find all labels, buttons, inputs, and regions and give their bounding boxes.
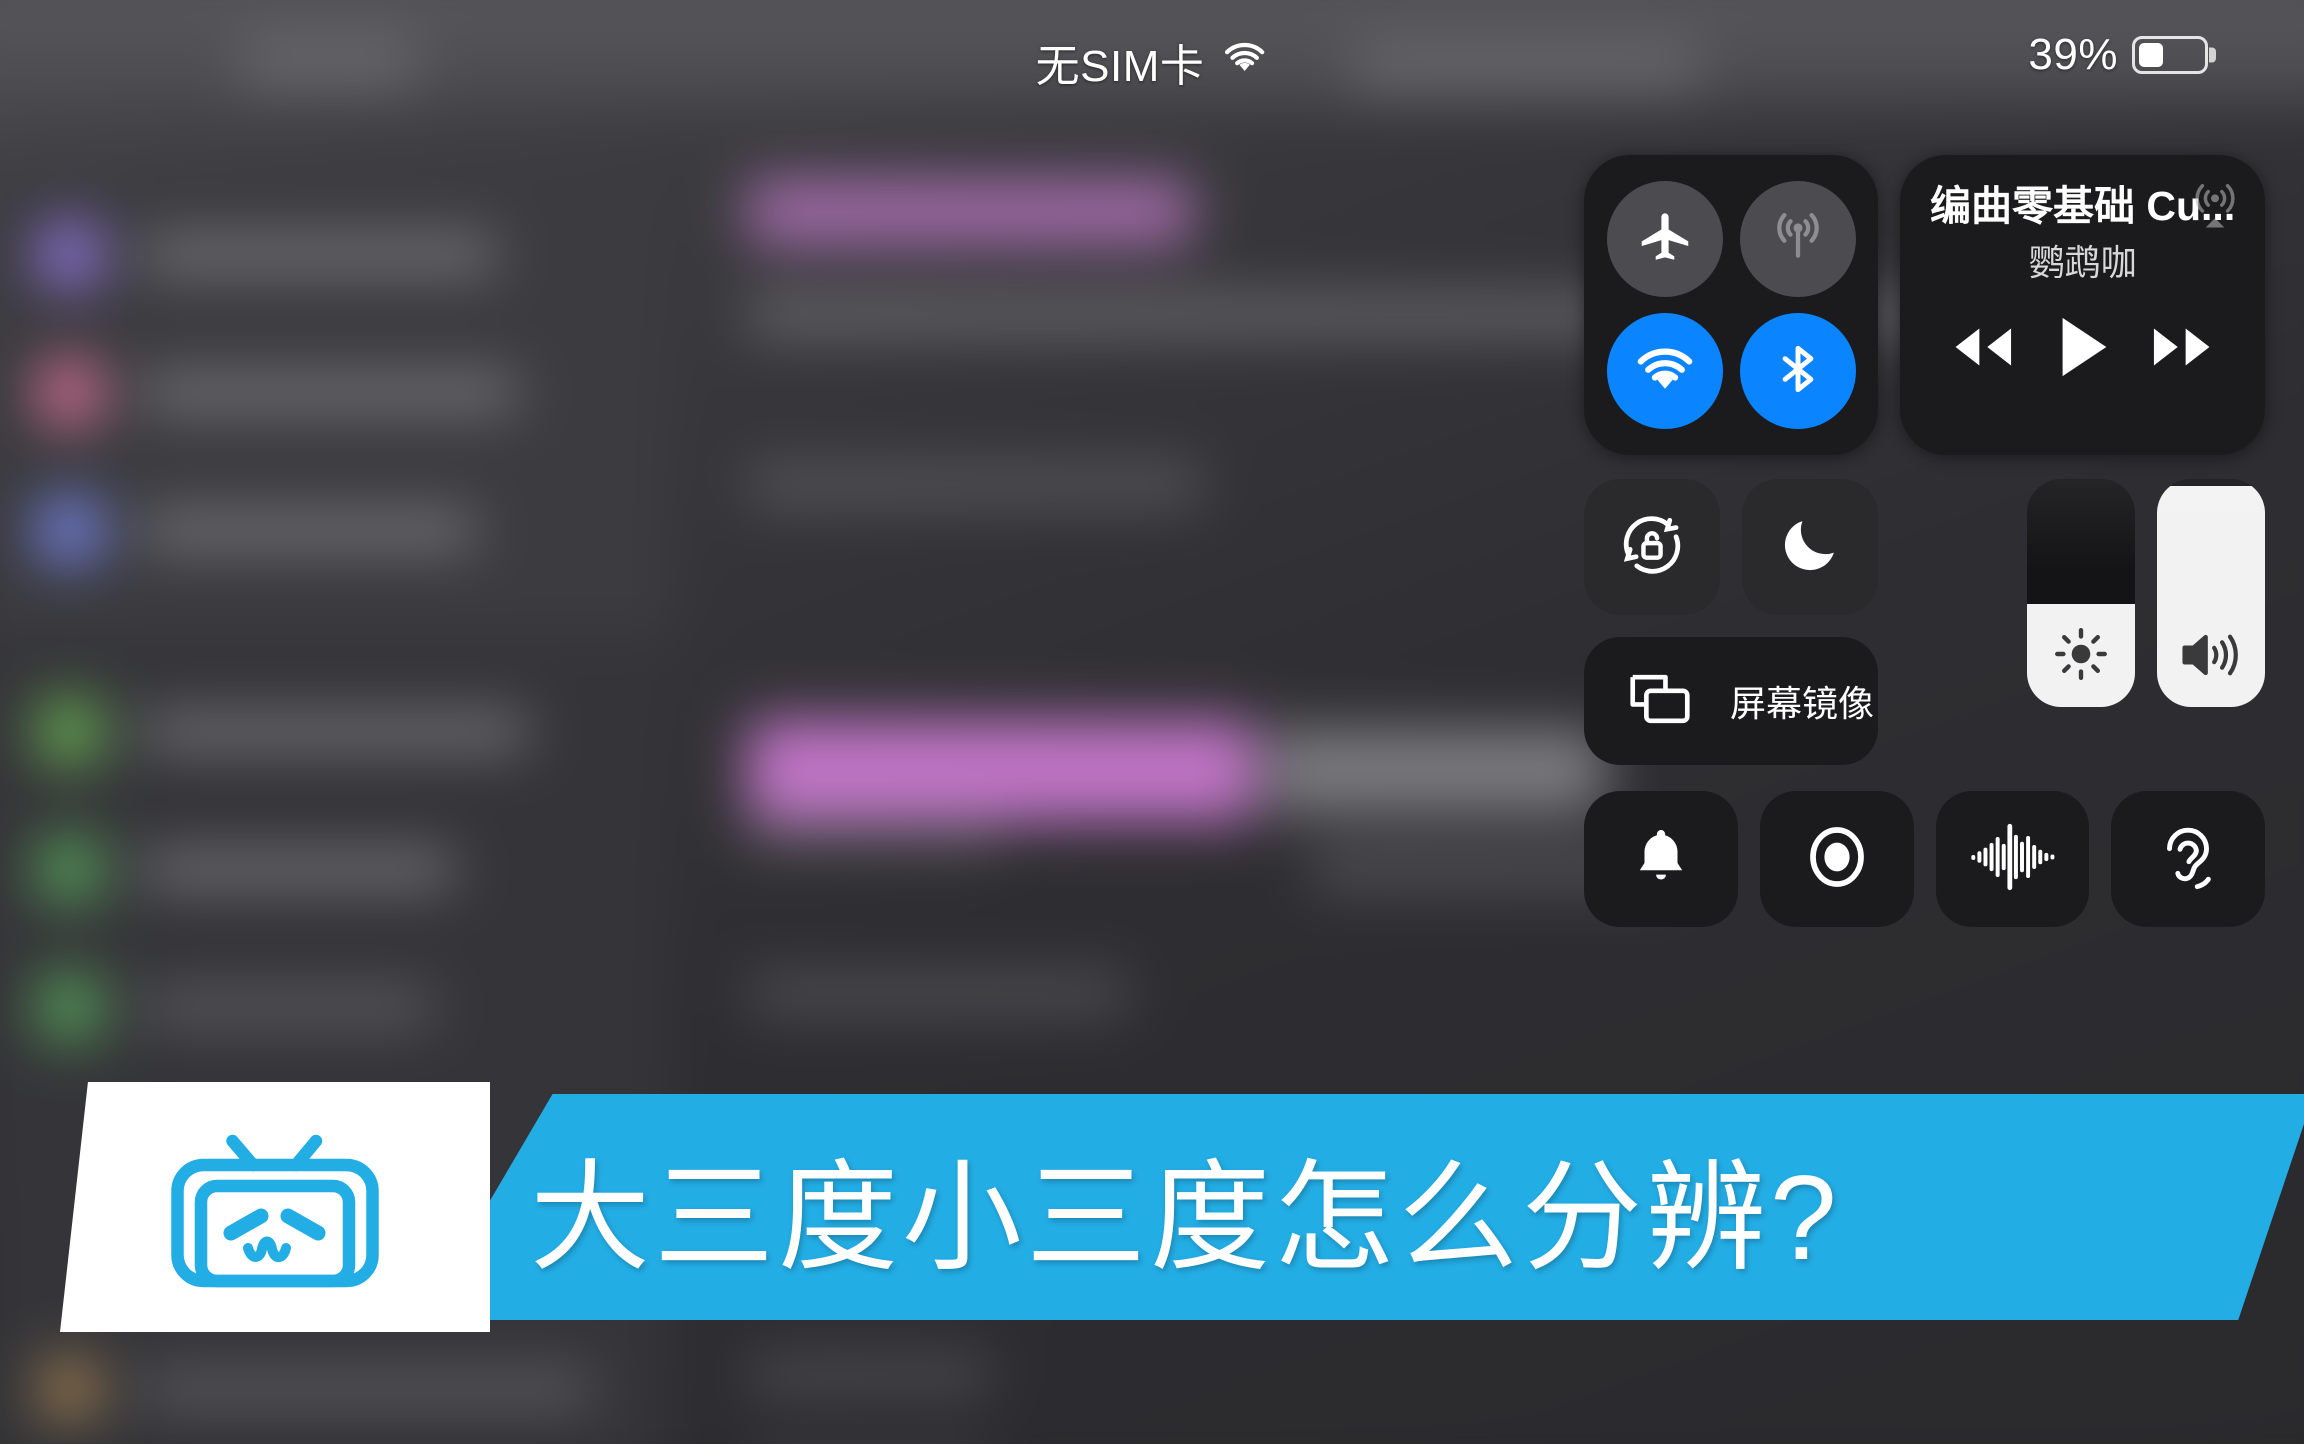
background-item-label xyxy=(138,374,521,411)
background-item-icon xyxy=(36,497,103,563)
background-paragraph xyxy=(747,465,1203,504)
background-item-label xyxy=(138,236,500,273)
background-item-label xyxy=(138,989,436,1026)
screen-mirroring-label: 屏幕镜像 xyxy=(1730,683,1875,724)
cellular-data-button[interactable] xyxy=(1739,181,1856,297)
status-bar-right-group: 39% xyxy=(2028,30,2208,80)
rotation-lock-button[interactable] xyxy=(1584,479,1720,615)
toggle-grid xyxy=(1584,479,1878,615)
screen-record-button[interactable] xyxy=(1759,791,1914,927)
rewind-icon[interactable] xyxy=(1945,319,2019,380)
banner-logo-plate xyxy=(60,1082,490,1332)
background-item-icon xyxy=(36,974,103,1040)
background-list-item xyxy=(36,974,436,1040)
bluetooth-icon xyxy=(1767,338,1829,405)
background-item-icon xyxy=(36,836,103,903)
bell-icon xyxy=(1630,824,1692,895)
track-artist: 鹦鹉咖 xyxy=(2028,242,2137,284)
background-paragraph xyxy=(747,1355,991,1395)
bilibili-banner: 大三度小三度怎么分辨? xyxy=(0,1082,2304,1332)
background-list-item xyxy=(36,698,531,765)
screen: 无SIM卡 39% 编曲零基础 Cu... 鹦鹉咖 屏幕镜像 大三度小三度怎么分… xyxy=(0,0,2304,1444)
airplane-icon xyxy=(1634,206,1696,273)
background-item-icon xyxy=(36,1355,103,1422)
now-playing-tile[interactable]: 编曲零基础 Cu... 鹦鹉咖 xyxy=(1900,155,2266,455)
background-list-item xyxy=(36,836,457,903)
sound-recognition-button[interactable] xyxy=(1935,791,2090,927)
background-item-icon xyxy=(36,359,103,426)
wifi-icon xyxy=(1633,343,1697,400)
status-bar-left-group: 无SIM卡 xyxy=(1036,30,1269,94)
airplay-audio-icon[interactable] xyxy=(2187,175,2243,236)
background-highlight xyxy=(747,719,1256,822)
media-controls xyxy=(1930,312,2235,387)
background-list-item xyxy=(36,221,500,288)
battery-percent-label: 39% xyxy=(2028,30,2118,79)
background-paragraph xyxy=(747,974,1129,1013)
ringer-button[interactable] xyxy=(1584,791,1738,927)
bottom-tile-row xyxy=(1584,791,2266,927)
waveform-icon xyxy=(1968,821,2058,898)
background-item-label xyxy=(138,851,457,888)
background-paragraph xyxy=(747,815,1002,854)
background-item-icon xyxy=(36,221,103,288)
background-highlight-secondary xyxy=(1266,728,1606,814)
volume-slider[interactable] xyxy=(2157,479,2266,707)
cellular-antenna-icon xyxy=(1766,205,1830,274)
screen-mirroring-icon xyxy=(1624,669,1696,734)
background-list-item xyxy=(36,1355,595,1422)
wifi-button[interactable] xyxy=(1606,313,1723,429)
moon-icon xyxy=(1775,510,1845,585)
banner-title: 大三度小三度怎么分辨? xyxy=(530,1151,1841,1285)
brightness-icon xyxy=(2027,623,2135,685)
ear-icon xyxy=(2156,820,2220,899)
volume-icon xyxy=(2157,625,2265,685)
status-bar: 无SIM卡 39% xyxy=(0,0,2304,104)
background-item-icon xyxy=(36,698,103,765)
background-item-label xyxy=(138,713,531,750)
banner-blue-strip: 大三度小三度怎么分辨? xyxy=(420,1094,2304,1320)
screen-mirroring-button[interactable]: 屏幕镜像 xyxy=(1584,637,1878,765)
fast-forward-icon[interactable] xyxy=(2146,319,2220,380)
carrier-label: 无SIM卡 xyxy=(1035,42,1205,91)
background-item-label xyxy=(138,1370,595,1407)
background-list-item xyxy=(36,497,478,563)
play-icon[interactable] xyxy=(2050,312,2116,387)
bilibili-tv-logo xyxy=(165,1125,385,1290)
bluetooth-button[interactable] xyxy=(1739,313,1856,429)
control-center: 编曲零基础 Cu... 鹦鹉咖 屏幕镜像 xyxy=(1584,155,2266,927)
hearing-button[interactable] xyxy=(2111,791,2266,927)
battery-icon xyxy=(2132,36,2208,74)
sliders-group xyxy=(1900,479,2266,765)
wifi-icon xyxy=(1220,37,1268,87)
background-list-item xyxy=(36,359,521,426)
connectivity-tile[interactable] xyxy=(1584,155,1878,455)
background-heading xyxy=(747,179,1193,246)
airplane-mode-button[interactable] xyxy=(1606,181,1723,297)
brightness-slider[interactable] xyxy=(2027,479,2136,707)
do-not-disturb-button[interactable] xyxy=(1742,479,1878,615)
record-icon xyxy=(1803,821,1871,898)
left-controls-column: 屏幕镜像 xyxy=(1584,479,1878,765)
background-item-label xyxy=(138,512,478,549)
battery-fill xyxy=(2139,43,2164,67)
rotation-lock-icon xyxy=(1614,507,1690,588)
